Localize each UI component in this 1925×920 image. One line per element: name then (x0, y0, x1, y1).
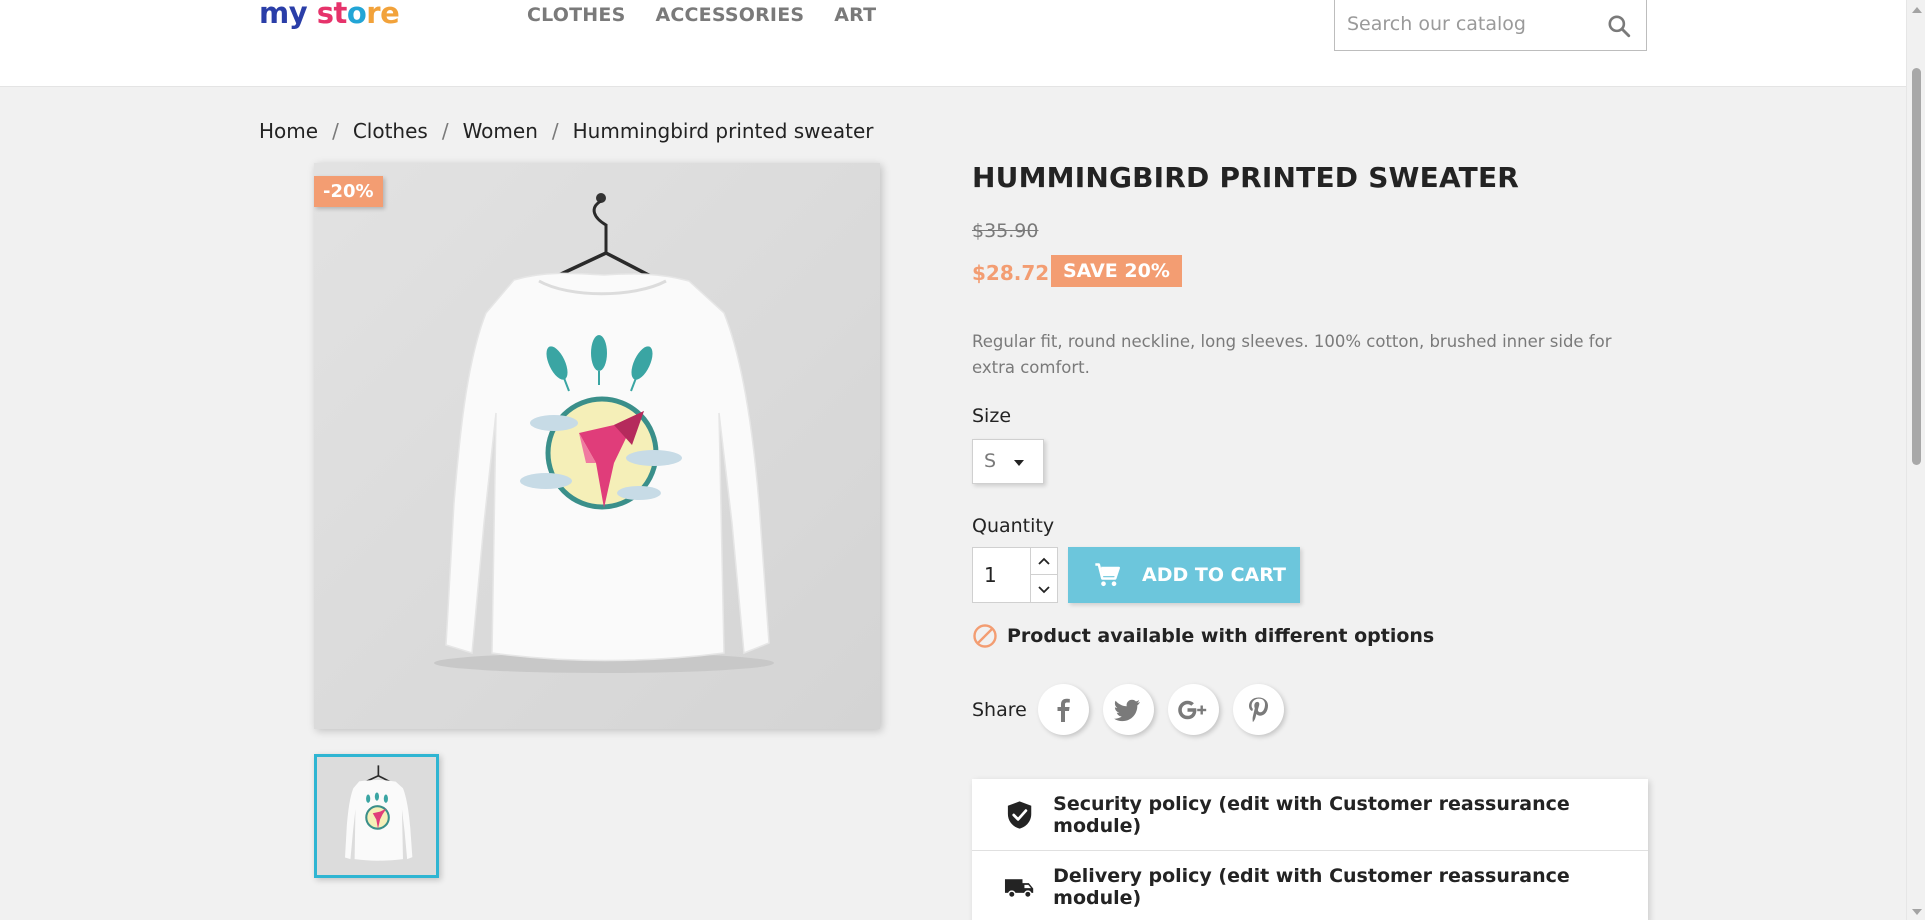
chevron-down-icon (1038, 585, 1050, 593)
reassurance-delivery: Delivery policy (edit with Customer reas… (972, 851, 1648, 920)
chevron-down-icon (1014, 460, 1024, 466)
search-box (1334, 0, 1647, 51)
availability-notice: Product available with different options (972, 623, 1434, 649)
product-description: Regular fit, round neckline, long sleeve… (972, 332, 1612, 377)
scroll-down-icon[interactable] (1912, 909, 1922, 915)
search-input[interactable] (1347, 10, 1597, 38)
nav-item-clothes[interactable]: CLOTHES (527, 4, 625, 26)
breadcrumb-separator: / (332, 119, 339, 143)
site-header: my store CLOTHES ACCESSORIES ART (0, 0, 1906, 87)
breadcrumb-home[interactable]: Home (259, 119, 318, 143)
quantity-value: 1 (984, 563, 997, 587)
current-price: $28.72 (972, 261, 1050, 285)
availability-text: Product available with different options (1007, 625, 1435, 647)
breadcrumb-current: Hummingbird printed sweater (572, 119, 874, 143)
product-main-image[interactable] (314, 163, 880, 729)
reassurance-security: Security policy (edit with Customer reas… (972, 779, 1648, 851)
breadcrumb: Home / Clothes / Women / Hummingbird pri… (259, 119, 873, 143)
nav-item-accessories[interactable]: ACCESSORIES (655, 4, 804, 26)
share-pinterest-button[interactable] (1232, 684, 1284, 735)
share-twitter-button[interactable] (1102, 684, 1154, 735)
product-title: HUMMINGBIRD PRINTED SWEATER (972, 161, 1520, 194)
cart-icon (1095, 563, 1120, 587)
discount-flag: -20% (314, 176, 383, 207)
quantity-input[interactable]: 1 (972, 547, 1031, 603)
truck-icon (1004, 878, 1034, 898)
add-to-cart-button[interactable]: ADD TO CART (1068, 547, 1300, 603)
save-badge: SAVE 20% (1051, 255, 1182, 287)
shield-check-icon (1007, 800, 1032, 829)
add-to-cart-label: ADD TO CART (1142, 564, 1286, 586)
facebook-icon (1057, 698, 1071, 722)
google-plus-icon (1178, 700, 1207, 719)
share-label: Share (972, 698, 1027, 721)
breadcrumb-separator: / (551, 119, 559, 143)
nav-item-art[interactable]: ART (834, 4, 876, 26)
share-google-plus-button[interactable] (1167, 684, 1219, 735)
main-nav: CLOTHES ACCESSORIES ART (527, 4, 876, 26)
share-bar: Share (972, 684, 1298, 735)
quantity-decrease-button[interactable] (1031, 576, 1057, 603)
search-icon[interactable] (1606, 13, 1632, 39)
size-select[interactable]: S (972, 439, 1044, 484)
product-thumbnail[interactable] (314, 754, 439, 878)
quantity-label: Quantity (972, 515, 1055, 537)
sweater-illustration (314, 163, 880, 729)
page-scrollbar[interactable] (1906, 0, 1925, 920)
scrollbar-thumb[interactable] (1912, 68, 1921, 465)
quantity-increase-button[interactable] (1031, 548, 1057, 575)
breadcrumb-clothes[interactable]: Clothes (353, 119, 428, 143)
twitter-icon (1114, 699, 1141, 721)
breadcrumb-separator: / (441, 119, 449, 143)
delivery-policy-text: Delivery policy (edit with Customer reas… (1053, 864, 1570, 909)
regular-price: $35.90 (972, 220, 1039, 242)
store-logo[interactable]: my store (259, 0, 400, 30)
share-facebook-button[interactable] (1037, 684, 1089, 735)
breadcrumb-women[interactable]: Women (463, 119, 538, 143)
thumbnail-illustration (317, 757, 436, 875)
scroll-up-icon[interactable] (1912, 7, 1922, 13)
chevron-up-icon (1038, 557, 1050, 565)
security-policy-text: Security policy (edit with Customer reas… (1053, 792, 1570, 837)
quantity-stepper (1031, 547, 1058, 603)
pinterest-icon (1249, 697, 1269, 722)
ban-icon (973, 624, 997, 648)
size-label: Size (972, 405, 1012, 427)
reassurance-block: Security policy (edit with Customer reas… (972, 779, 1648, 920)
size-selected-value: S (984, 450, 997, 472)
